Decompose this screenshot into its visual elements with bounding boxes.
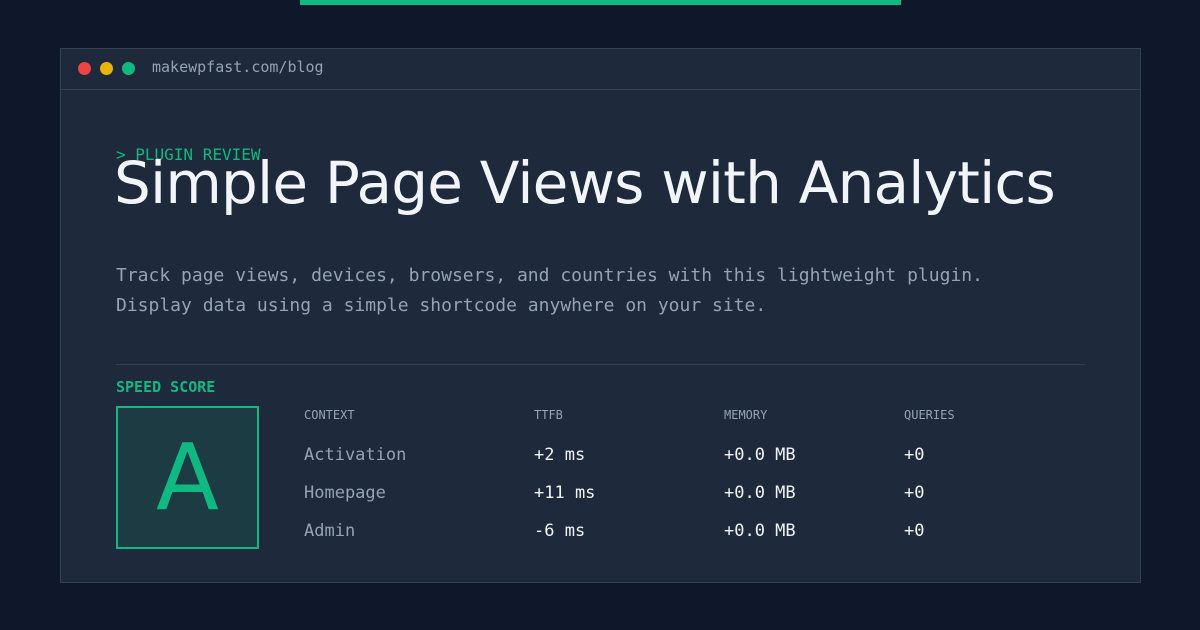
post-description: Track page views, devices, browsers, and…: [116, 261, 1086, 321]
memory-cell: +0.0 MB: [724, 483, 796, 503]
window-titlebar: makewpfast.com/blog: [61, 49, 1140, 90]
section-divider: [116, 364, 1085, 365]
close-window-dot-icon[interactable]: [78, 62, 91, 75]
column-header-context: CONTEXT: [304, 408, 355, 422]
url-text: makewpfast.com/blog: [152, 58, 324, 76]
ttfb-cell: -6 ms: [534, 521, 586, 541]
context-cell: Homepage: [304, 483, 386, 503]
speed-grade: A: [156, 424, 219, 531]
ttfb-cell: +11 ms: [534, 483, 596, 503]
context-cell: Admin: [304, 521, 356, 541]
queries-cell: +0: [904, 483, 925, 503]
top-accent-bar: [300, 0, 901, 5]
post-title: Simple Page Views with Analytics: [114, 149, 1056, 217]
queries-cell: +0: [904, 445, 925, 465]
memory-cell: +0.0 MB: [724, 445, 796, 465]
context-cell: Activation: [304, 445, 407, 465]
speed-grade-box: A: [116, 406, 259, 549]
maximize-window-dot-icon[interactable]: [122, 62, 135, 75]
description-line: Track page views, devices, browsers, and…: [116, 265, 983, 286]
speed-score-label: SPEED SCORE: [116, 378, 216, 396]
column-header-queries: QUERIES: [904, 408, 955, 422]
column-header-memory: MEMORY: [724, 408, 768, 422]
minimize-window-dot-icon[interactable]: [100, 62, 113, 75]
ttfb-cell: +2 ms: [534, 445, 586, 465]
queries-cell: +0: [904, 521, 925, 541]
description-line: Display data using a simple shortcode an…: [116, 295, 767, 316]
memory-cell: +0.0 MB: [724, 521, 796, 541]
column-header-ttfb: TTFB: [534, 408, 563, 422]
browser-window: makewpfast.com/blog > PLUGIN REVIEW Simp…: [60, 48, 1141, 583]
